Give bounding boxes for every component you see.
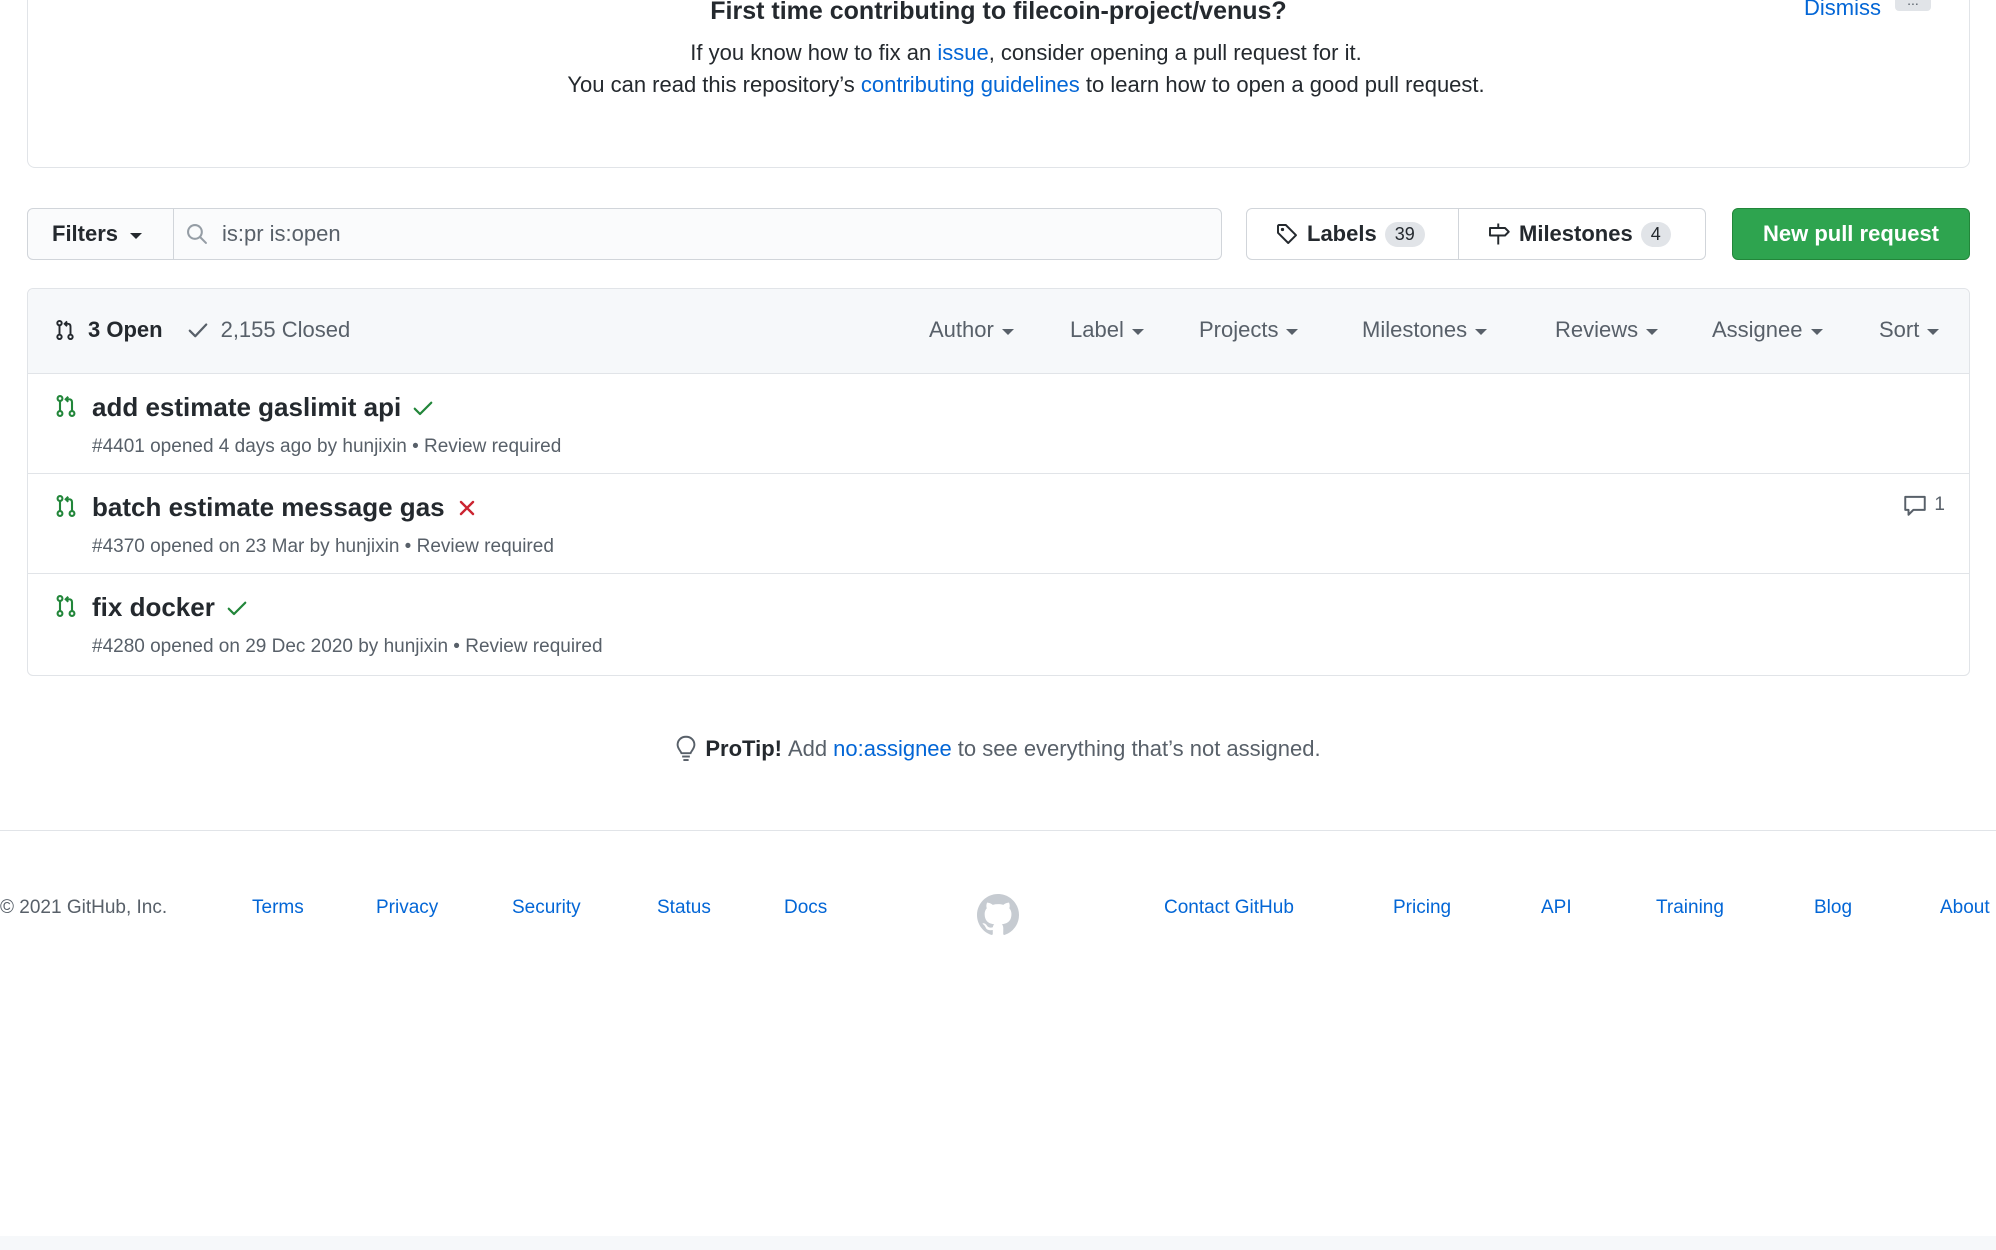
chevron-down-icon — [1646, 329, 1659, 335]
banner-text-part: , consider opening a pull request for it… — [988, 40, 1362, 65]
reviews-filter[interactable]: Reviews — [1555, 317, 1659, 343]
milestones-label: Milestones — [1519, 221, 1633, 246]
milestones-button[interactable]: Milestones 4 — [1458, 208, 1706, 260]
search-icon — [187, 224, 207, 244]
dismiss-button[interactable]: Dismiss — [1804, 0, 1881, 21]
footer-link-pricing[interactable]: Pricing — [1393, 897, 1451, 919]
protip-text: to see everything that’s not assigned. — [957, 736, 1321, 761]
pull-request-meta: #4370 opened on 23 Mar by hunjixin • Rev… — [92, 536, 554, 557]
light-bulb-icon — [677, 735, 696, 761]
pull-request-title: add estimate gaslimit api — [92, 392, 402, 422]
pull-request-title: batch estimate message gas — [92, 492, 445, 522]
footer-link-docs[interactable]: Docs — [784, 897, 827, 919]
footer-link-status[interactable]: Status — [657, 897, 711, 919]
search-input[interactable] — [222, 221, 1122, 247]
chevron-down-icon — [1286, 329, 1299, 335]
open-count-label: 3 Open — [88, 317, 163, 342]
chevron-down-icon — [1475, 329, 1488, 335]
no-assignee-link[interactable]: no:assignee — [833, 736, 952, 762]
labels-count: 39 — [1384, 221, 1425, 247]
footer-link-api[interactable]: API — [1541, 897, 1572, 919]
comment-count: 1 — [1934, 494, 1945, 515]
chevron-down-icon — [1001, 329, 1014, 335]
pull-request-title-link[interactable]: add estimate gaslimit api — [92, 392, 435, 423]
pull-request-meta: #4280 opened on 29 Dec 2020 by hunjixin … — [92, 636, 603, 657]
labels-label: Labels — [1307, 221, 1377, 246]
chevron-down-icon — [130, 233, 143, 239]
more-options-button[interactable]: ... — [1895, 0, 1931, 11]
check-passed-icon[interactable] — [411, 396, 435, 420]
sort-filter-label: Sort — [1879, 317, 1920, 342]
comment-icon — [1904, 495, 1927, 516]
chevron-down-icon — [1810, 329, 1823, 335]
closed-count-label: 2,155 Closed — [220, 317, 351, 342]
open-prs-tab[interactable]: 3 Open — [54, 317, 163, 343]
check-passed-icon[interactable] — [225, 596, 249, 620]
filters-dropdown[interactable]: Filters — [27, 208, 174, 260]
label-filter-label: Label — [1070, 317, 1124, 342]
milestones-filter-label: Milestones — [1362, 317, 1468, 342]
footer-link-privacy[interactable]: Privacy — [376, 897, 438, 919]
open-pull-request-icon — [54, 594, 78, 623]
labels-button[interactable]: Labels 39 — [1246, 208, 1459, 260]
pull-request-row[interactable]: fix docker #4280 opened on 29 Dec 2020 b… — [28, 574, 1969, 674]
banner-text-part: If you know how to fix an — [690, 40, 938, 65]
footer-divider — [0, 830, 1996, 831]
chevron-down-icon — [1131, 329, 1144, 335]
open-pull-request-icon — [54, 394, 78, 423]
label-filter[interactable]: Label — [1070, 317, 1144, 343]
tag-icon — [1275, 222, 1299, 246]
open-pull-request-icon — [54, 494, 78, 523]
pull-request-row[interactable]: add estimate gaslimit api #4401 opened 4… — [28, 374, 1969, 474]
copyright: © 2021 GitHub, Inc. — [0, 897, 168, 918]
assignee-filter-label: Assignee — [1712, 317, 1803, 342]
footer-link-training[interactable]: Training — [1656, 897, 1724, 919]
protip-label: ProTip! — [705, 736, 782, 761]
footer-link-contact[interactable]: Contact GitHub — [1164, 897, 1294, 919]
reviews-filter-label: Reviews — [1555, 317, 1639, 342]
milestone-icon — [1487, 222, 1511, 246]
milestones-count: 4 — [1640, 221, 1671, 247]
state-toggles: 3 Open 2,155 Closed — [54, 317, 350, 343]
milestones-filter[interactable]: Milestones — [1362, 317, 1488, 343]
banner-text-part: to learn how to open a good pull request… — [1079, 72, 1485, 97]
banner-text-part: You can read this repository’s — [567, 72, 861, 97]
issue-link[interactable]: issue — [937, 40, 988, 65]
protip: ProTip! Add no:assignee to see everythin… — [0, 735, 1996, 763]
footer-link-blog[interactable]: Blog — [1814, 897, 1852, 919]
github-logo-icon[interactable] — [977, 894, 1019, 942]
closed-prs-tab[interactable]: 2,155 Closed — [187, 317, 351, 343]
pull-request-icon — [56, 319, 74, 341]
contributing-guidelines-link[interactable]: contributing guidelines — [861, 72, 1080, 97]
search-box[interactable] — [173, 208, 1222, 260]
author-filter[interactable]: Author — [929, 317, 1014, 343]
check-failed-icon[interactable] — [455, 496, 479, 520]
projects-filter[interactable]: Projects — [1199, 317, 1299, 343]
footer-link-about[interactable]: About — [1940, 897, 1990, 919]
filters-label: Filters — [52, 221, 119, 246]
banner-text: If you know how to fix an issue, conside… — [548, 37, 1504, 101]
pull-request-row[interactable]: batch estimate message gas #4370 opened … — [28, 474, 1969, 574]
pull-request-list: 3 Open 2,155 Closed Author Label Project… — [27, 288, 1970, 676]
page-bottom-shade — [0, 1236, 1996, 1250]
pull-request-title-link[interactable]: fix docker — [92, 592, 249, 623]
pull-request-meta: #4401 opened 4 days ago by hunjixin • Re… — [92, 436, 562, 457]
chevron-down-icon — [1927, 329, 1940, 335]
list-header: 3 Open 2,155 Closed Author Label Project… — [28, 289, 1969, 374]
pull-request-title-link[interactable]: batch estimate message gas — [92, 492, 479, 523]
assignee-filter[interactable]: Assignee — [1712, 317, 1823, 343]
footer-link-terms[interactable]: Terms — [252, 897, 304, 919]
author-filter-label: Author — [929, 317, 994, 342]
projects-filter-label: Projects — [1199, 317, 1279, 342]
footer-link-security[interactable]: Security — [512, 897, 581, 919]
pull-request-title: fix docker — [92, 592, 215, 622]
new-pull-request-button[interactable]: New pull request — [1732, 208, 1970, 260]
comments-link[interactable]: 1 — [1902, 492, 1945, 518]
check-icon — [188, 323, 207, 338]
sort-filter[interactable]: Sort — [1879, 317, 1940, 343]
protip-text: Add — [787, 736, 828, 761]
first-contribution-banner: First time contributing to filecoin-proj… — [27, 0, 1970, 168]
banner-title: First time contributing to filecoin-proj… — [710, 0, 1287, 25]
